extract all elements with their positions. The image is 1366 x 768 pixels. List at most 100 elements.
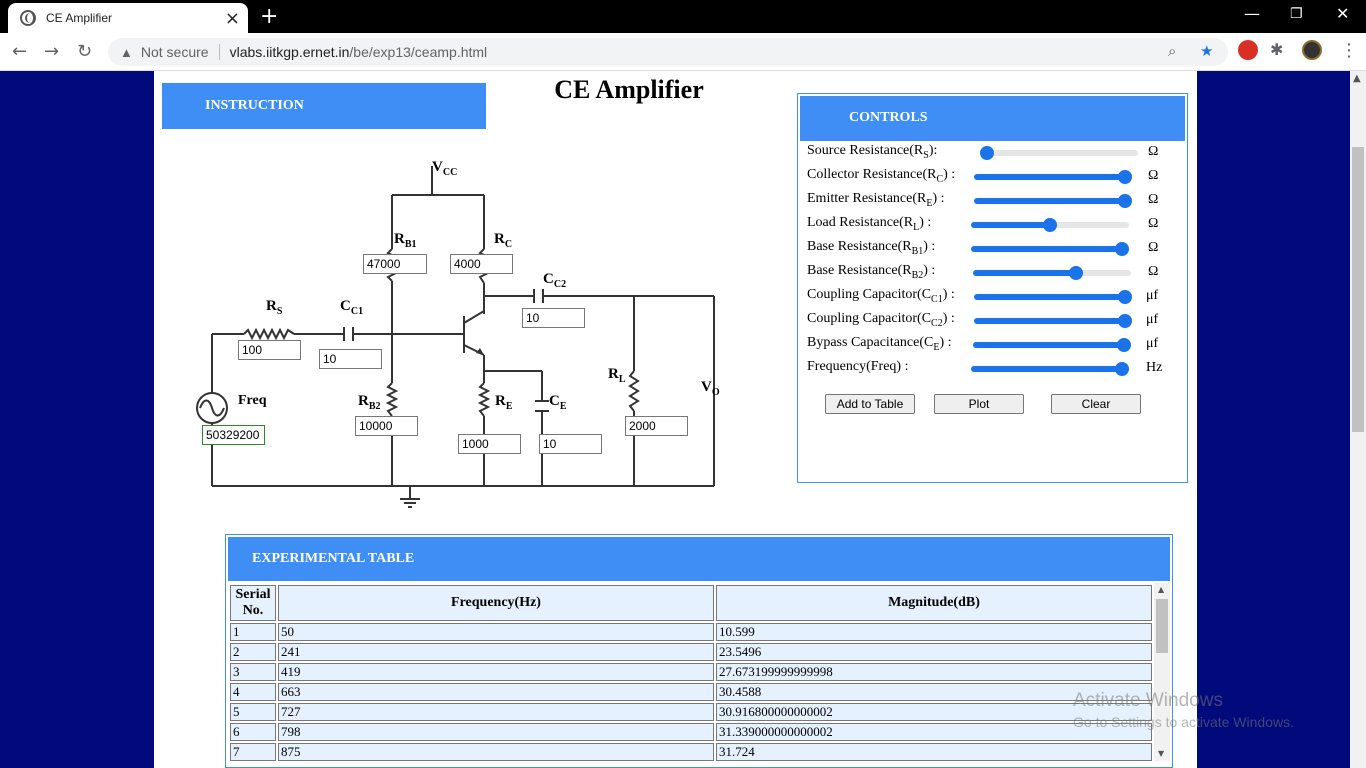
table-scroll-area[interactable]: Serial No. Frequency(Hz) Magnitude(dB) 15… [228, 583, 1154, 767]
frequency-cell: 727 [278, 703, 714, 721]
rc-input[interactable]: 4000 [450, 254, 513, 274]
bookmark-star-icon[interactable]: ★ [1200, 42, 1213, 60]
plot-button[interactable]: Plot [934, 394, 1024, 414]
control-slider[interactable] [980, 146, 1138, 160]
control-slider[interactable] [973, 338, 1131, 352]
serial-cell: 1 [230, 623, 276, 641]
slider-fill [974, 174, 1125, 180]
minimize-icon[interactable]: — [1244, 4, 1260, 23]
rs-input[interactable]: 100 [238, 340, 301, 360]
slider-knob[interactable] [1118, 290, 1132, 304]
url-path: /be/exp13/ceamp.html [349, 44, 488, 60]
slider-knob[interactable] [1118, 314, 1132, 328]
omnibox-divider [218, 44, 220, 60]
slider-knob[interactable] [1043, 218, 1057, 232]
rl-resistor [628, 370, 640, 412]
reload-icon[interactable]: ↻ [77, 41, 92, 62]
table-row: 4 663 30.4588 [230, 683, 1152, 701]
frequency-cell: 875 [278, 743, 714, 761]
rb2-input[interactable]: 10000 [355, 416, 418, 436]
page-scrollbar[interactable]: ▲ [1350, 71, 1366, 768]
add-to-table-button[interactable]: Add to Table [825, 394, 915, 414]
ce-input[interactable]: 10 [539, 434, 602, 454]
vcc-label: VCC [432, 159, 458, 178]
cc2-input[interactable]: 10 [522, 308, 585, 328]
col-frequency: Frequency(Hz) [278, 585, 714, 621]
avatar[interactable] [1302, 40, 1322, 60]
control-slider[interactable] [971, 242, 1129, 256]
page-scroll-up-icon[interactable]: ▲ [1353, 73, 1361, 84]
slider-knob[interactable] [1115, 242, 1129, 256]
browser-tab[interactable]: CE Amplifier × [8, 3, 248, 33]
restore-icon[interactable]: ❐ [1290, 6, 1303, 22]
experimental-table-panel: EXPERIMENTAL TABLE Serial No. Frequency(H… [225, 534, 1173, 768]
control-slider[interactable] [973, 266, 1131, 280]
magnitude-cell: 10.599 [716, 623, 1152, 641]
browser-titlebar: CE Amplifier × + — ❐ ✕ [0, 0, 1366, 33]
slider-fill [971, 222, 1047, 228]
slider-knob[interactable] [1069, 266, 1084, 280]
frequency-cell: 419 [278, 663, 714, 681]
slider-knob[interactable] [1118, 194, 1132, 208]
re-input[interactable]: 1000 [458, 434, 521, 454]
slider-knob[interactable] [1117, 338, 1131, 352]
globe-icon [20, 10, 36, 26]
cc2-label: CC2 [543, 271, 567, 290]
control-unit: Ω [1148, 264, 1159, 279]
control-slider[interactable] [971, 218, 1129, 232]
sine-wave-icon [199, 399, 225, 417]
extension-icon[interactable] [1238, 40, 1258, 60]
rb1-label: RB1 [394, 231, 417, 250]
new-tab-button[interactable]: + [260, 4, 278, 29]
warning-icon[interactable]: ▲ [120, 45, 133, 60]
slider-knob[interactable] [1118, 170, 1132, 184]
rb1-input[interactable]: 47000 [363, 254, 427, 274]
back-icon[interactable]: ← [12, 41, 27, 62]
browser-toolbar: ← → ↻ ▲ Not secure vlabs.iitkgp.ernet.in… [0, 33, 1366, 71]
slider-knob[interactable] [1115, 362, 1129, 376]
table-header: EXPERIMENTAL TABLE [228, 537, 1170, 581]
controls-panel: CONTROLS Source Resistance(RS): Ω Collecto… [797, 93, 1188, 483]
col-serial: Serial No. [230, 585, 276, 621]
control-unit: Hz [1146, 360, 1163, 375]
frequency-cell: 241 [278, 643, 714, 661]
scroll-up-icon[interactable]: ▲ [1158, 585, 1164, 594]
cc1-input[interactable]: 10 [319, 349, 382, 369]
slider-fill [974, 294, 1125, 300]
table-row: 2 241 23.5496 [230, 643, 1152, 661]
slider-fill [971, 366, 1122, 372]
table-scrollbar-thumb[interactable] [1156, 599, 1168, 653]
cc1-label: CC1 [340, 298, 364, 317]
window-close-icon[interactable]: ✕ [1336, 4, 1349, 23]
frequency-cell: 798 [278, 723, 714, 741]
slider-fill [971, 246, 1122, 252]
control-label: Frequency(Freq) : [807, 359, 909, 374]
control-slider[interactable] [974, 170, 1132, 184]
control-slider[interactable] [974, 194, 1132, 208]
scroll-down-icon[interactable]: ▼ [1158, 749, 1164, 758]
control-label: Coupling Capacitor(CC2) : [807, 311, 955, 329]
control-label: Base Resistance(RB1) : [807, 239, 936, 257]
slider-fill [974, 198, 1125, 204]
clear-button[interactable]: Clear [1051, 394, 1141, 414]
puzzle-icon[interactable]: ✱ [1270, 40, 1283, 59]
forward-icon[interactable]: → [44, 41, 59, 62]
security-label[interactable]: Not secure [141, 44, 209, 60]
serial-cell: 4 [230, 683, 276, 701]
table-row: 1 50 10.599 [230, 623, 1152, 641]
slider-knob[interactable] [980, 146, 994, 160]
control-slider[interactable] [974, 290, 1132, 304]
control-unit: Ω [1148, 168, 1159, 183]
rl-input[interactable]: 2000 [625, 416, 688, 436]
control-slider[interactable] [974, 314, 1132, 328]
close-tab-icon[interactable]: × [225, 8, 240, 29]
rl-label: RL [608, 366, 626, 385]
control-label: Coupling Capacitor(CC1) : [807, 287, 955, 305]
menu-icon[interactable]: ⋮ [1340, 40, 1358, 61]
address-bar[interactable]: ▲ Not secure vlabs.iitkgp.ernet.in/be/ex… [108, 38, 1228, 66]
control-slider[interactable] [971, 362, 1129, 376]
zoom-icon[interactable]: ⌕ [1168, 42, 1176, 60]
table-scrollbar[interactable]: ▲ ▼ [1154, 583, 1170, 761]
freq-input[interactable]: 50329200 [202, 425, 265, 445]
page-scrollbar-thumb[interactable] [1352, 147, 1364, 432]
